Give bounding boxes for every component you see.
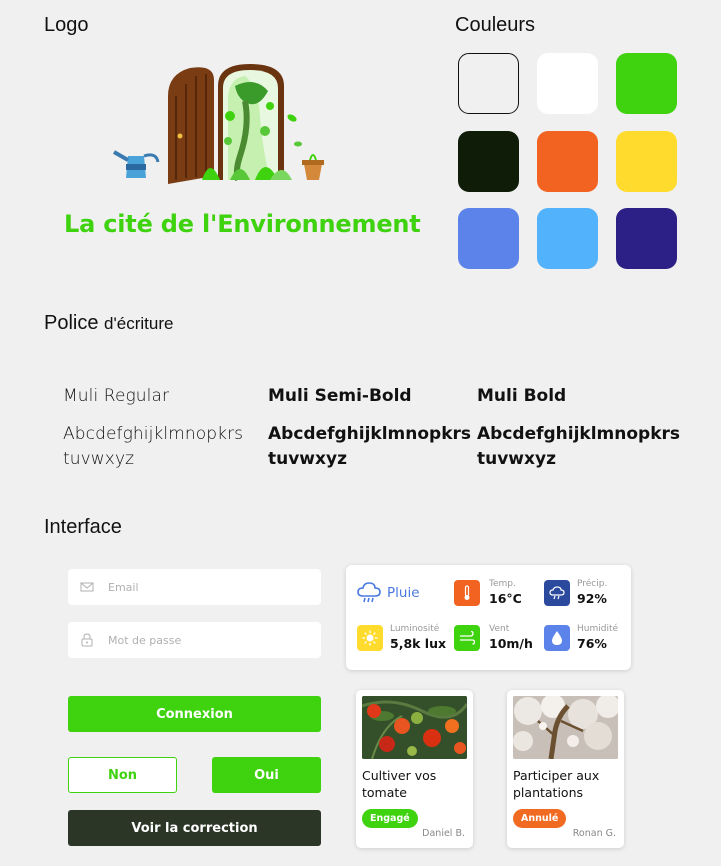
font-sample-line: Abcdefghijklmnopkrs [63, 424, 244, 444]
font-sample-line: tuvwxyz [477, 449, 556, 469]
font-section-title-sub: d'écriture [104, 314, 174, 333]
card-title: Cultiver vos tomate [362, 768, 437, 800]
logo-illustration [110, 56, 330, 191]
font-sample-semibold: Abcdefghijklmnopkrs tuvwxyz [268, 422, 472, 472]
activity-card[interactable]: Cultiver vos tomate Engagé Daniel B. [356, 690, 473, 848]
font-sample-line: Abcdefghijklmnopkrs [268, 424, 472, 444]
logo-text: La cité de l'Environnement [64, 210, 421, 238]
font-sample-line: tuvwxyz [268, 449, 347, 469]
color-swatch [458, 208, 519, 269]
colors-section-title: Couleurs [455, 14, 536, 36]
font-name-semibold: Muli Semi-Bold [268, 386, 412, 406]
interface-section-title: Interface [44, 516, 122, 538]
color-swatch [616, 208, 677, 269]
color-swatch [458, 53, 519, 114]
humidity-value: 76% [577, 636, 607, 651]
font-sample-regular: Abcdefghijklmnopkrs tuvwxyz [63, 422, 263, 472]
cloud-rain-icon [357, 582, 381, 603]
humidity-label: Humidité [577, 624, 619, 634]
precip-label: Précip. [577, 579, 608, 589]
font-sample-line: Abcdefghijklmnopkrs [477, 424, 681, 444]
yes-button[interactable]: Oui [212, 757, 321, 793]
font-name-bold: Muli Bold [477, 386, 567, 406]
view-correction-button[interactable]: Voir la correction [68, 810, 321, 846]
color-palette [458, 53, 680, 269]
luminosity-label: Luminosité [390, 624, 440, 634]
color-swatch [537, 53, 598, 114]
weather-condition: Pluie [387, 585, 420, 601]
color-swatch [458, 131, 519, 192]
email-placeholder: Email [108, 580, 139, 594]
font-name-regular: Muli Regular [63, 386, 170, 406]
temp-value: 16°C [489, 591, 522, 606]
email-input[interactable]: Email [68, 569, 321, 605]
thermometer-icon [454, 580, 480, 606]
weather-card: Pluie Temp. 16°C Précip. 92% Luminosité … [346, 565, 631, 670]
wind-label: Vent [489, 624, 510, 634]
wind-icon [454, 625, 480, 651]
font-section-title-main: Police [44, 312, 99, 334]
status-badge: Engagé [362, 809, 418, 828]
font-section-title: Police d'écriture [44, 312, 173, 335]
font-sample-bold: Abcdefghijklmnopkrs tuvwxyz [477, 422, 681, 472]
luminosity-value: 5,8k lux [390, 636, 447, 651]
card-title: Participer aux plantations [513, 768, 600, 800]
color-swatch [537, 131, 598, 192]
wind-value: 10m/h [489, 636, 533, 651]
mail-icon [80, 582, 94, 592]
temp-label: Temp. [489, 579, 516, 589]
card-author: Ronan G. [572, 828, 616, 839]
droplet-icon [544, 625, 570, 651]
no-button[interactable]: Non [68, 757, 177, 793]
color-swatch [537, 208, 598, 269]
color-swatch [616, 131, 677, 192]
blossom-image [513, 696, 618, 759]
logo-section-title: Logo [44, 14, 89, 36]
tomato-image [362, 696, 467, 759]
login-button[interactable]: Connexion [68, 696, 321, 732]
color-swatch [616, 53, 677, 114]
font-sample-line: tuvwxyz [63, 449, 135, 469]
card-author: Daniel B. [422, 828, 465, 839]
precipitation-icon [544, 580, 570, 606]
lock-icon [81, 633, 93, 647]
precip-value: 92% [577, 591, 607, 606]
status-badge: Annulé [513, 809, 567, 828]
password-placeholder: Mot de passe [108, 633, 182, 647]
password-input[interactable]: Mot de passe [68, 622, 321, 658]
sun-icon [357, 625, 383, 651]
activity-card[interactable]: Participer aux plantations Annulé Ronan … [507, 690, 624, 848]
